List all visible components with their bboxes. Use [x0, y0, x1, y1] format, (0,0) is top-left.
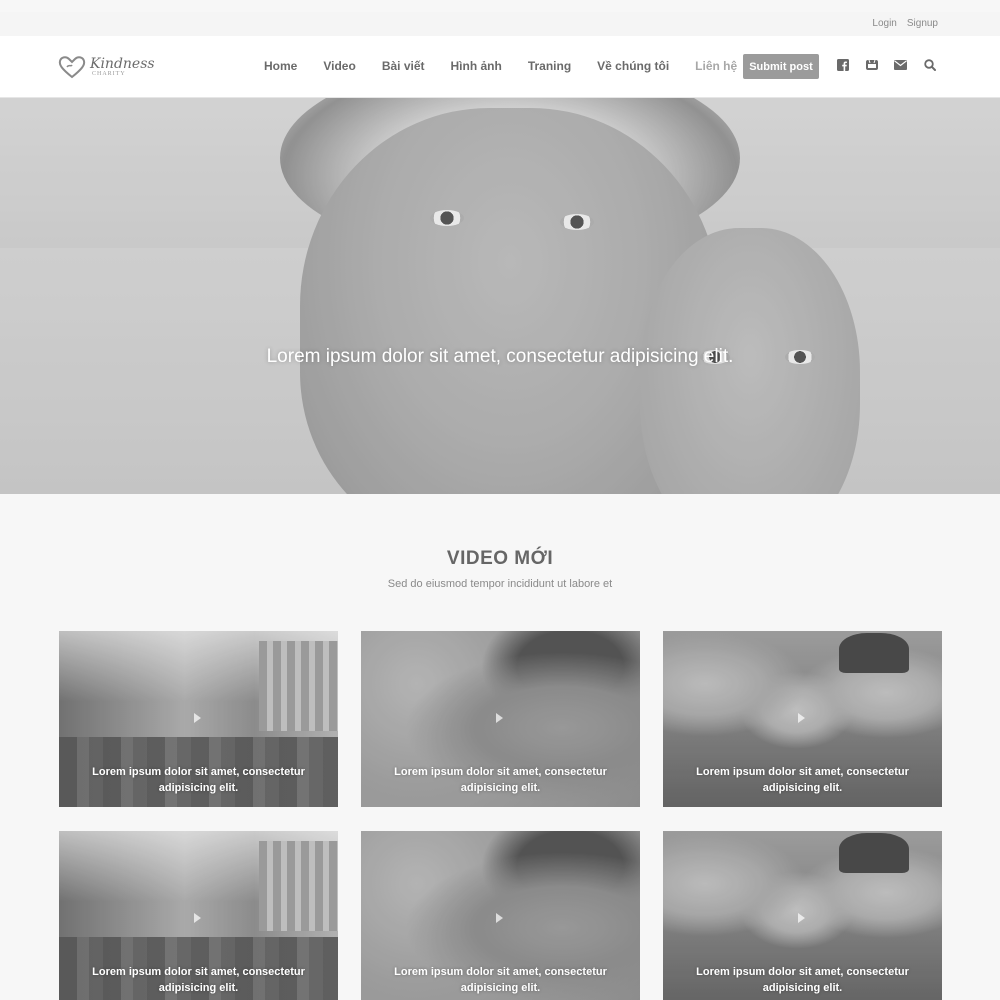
nav-item-home[interactable]: Home — [264, 59, 297, 73]
video-card[interactable]: Lorem ipsum dolor sit amet, consectetur … — [59, 831, 338, 1000]
video-card[interactable]: Lorem ipsum dolor sit amet, consectetur … — [361, 831, 640, 1000]
brand-subtitle: CHARITY — [92, 71, 126, 77]
video-caption: Lorem ipsum dolor sit amet, consectetur … — [394, 766, 607, 794]
primary-nav: Home Video Bài viết Hình ảnh Traning Về … — [264, 59, 763, 73]
play-icon — [798, 913, 805, 923]
brand-logo[interactable]: Kindness CHARITY — [58, 54, 155, 80]
brand-name: Kindness — [90, 56, 155, 72]
brand-wordmark: Kindness CHARITY — [90, 57, 155, 77]
facebook-icon[interactable] — [836, 58, 849, 71]
play-icon — [496, 913, 503, 923]
top-bar: Login Signup — [0, 12, 1000, 36]
video-caption: Lorem ipsum dolor sit amet, consectetur … — [92, 766, 305, 794]
hero-banner: Lorem ipsum dolor sit amet, consectetur … — [0, 98, 1000, 494]
video-caption: Lorem ipsum dolor sit amet, consectetur … — [394, 966, 607, 994]
video-caption: Lorem ipsum dolor sit amet, consectetur … — [696, 766, 909, 794]
social-icons — [836, 58, 936, 71]
auth-links: Login Signup — [872, 18, 938, 29]
play-icon — [194, 713, 201, 723]
video-caption: Lorem ipsum dolor sit amet, consectetur … — [696, 966, 909, 994]
play-icon — [798, 713, 805, 723]
login-link[interactable]: Login — [872, 18, 896, 29]
mail-icon[interactable] — [894, 58, 907, 71]
nav-item-video[interactable]: Video — [323, 59, 355, 73]
nav-item-about[interactable]: Về chúng tôi — [597, 59, 669, 73]
hero-overlay — [0, 98, 1000, 494]
submit-post-button[interactable]: Submit post — [743, 54, 819, 79]
nav-item-contact[interactable]: Liên hệ — [695, 59, 737, 73]
hero-caption: Lorem ipsum dolor sit amet, consectetur … — [266, 346, 734, 367]
play-icon — [194, 913, 201, 923]
nav-item-posts[interactable]: Bài viết — [382, 59, 425, 73]
video-caption: Lorem ipsum dolor sit amet, consectetur … — [92, 966, 305, 994]
search-icon[interactable] — [923, 58, 936, 71]
video-card[interactable]: Lorem ipsum dolor sit amet, consectetur … — [663, 631, 942, 807]
heart-logo-icon — [58, 55, 86, 79]
youtube-icon[interactable] — [865, 58, 878, 71]
play-icon — [496, 713, 503, 723]
main-navbar: Kindness CHARITY Home Video Bài viết Hìn… — [0, 36, 1000, 98]
video-card[interactable]: Lorem ipsum dolor sit amet, consectetur … — [361, 631, 640, 807]
video-card[interactable]: Lorem ipsum dolor sit amet, consectetur … — [663, 831, 942, 1000]
signup-link[interactable]: Signup — [907, 18, 938, 29]
section-subtitle: Sed do eiusmod tempor incididunt ut labo… — [387, 578, 613, 590]
nav-item-training[interactable]: Traning — [528, 59, 571, 73]
section-title: VIDEO MỚI — [446, 548, 554, 569]
video-card[interactable]: Lorem ipsum dolor sit amet, consectetur … — [59, 631, 338, 807]
nav-item-images[interactable]: Hình ảnh — [451, 59, 502, 73]
